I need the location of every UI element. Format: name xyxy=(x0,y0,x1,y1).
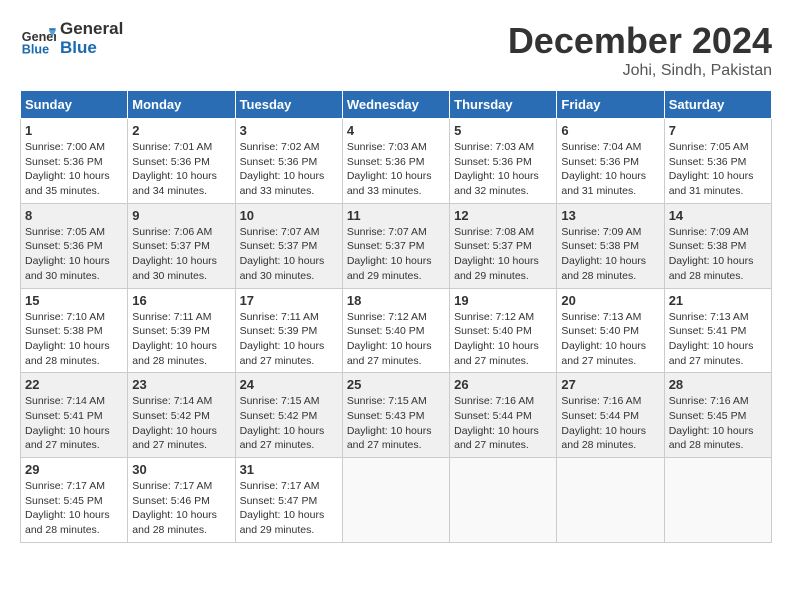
title-block: December 2024 Johi, Sindh, Pakistan xyxy=(508,20,772,80)
table-row: 16Sunrise: 7:11 AMSunset: 5:39 PMDayligh… xyxy=(128,288,235,373)
logo-text-general: General xyxy=(60,20,123,39)
table-row: 23Sunrise: 7:14 AMSunset: 5:42 PMDayligh… xyxy=(128,373,235,458)
table-row: 6Sunrise: 7:04 AMSunset: 5:36 PMDaylight… xyxy=(557,119,664,204)
header-saturday: Saturday xyxy=(664,91,771,119)
table-row: 19Sunrise: 7:12 AMSunset: 5:40 PMDayligh… xyxy=(450,288,557,373)
header-monday: Monday xyxy=(128,91,235,119)
table-row: 3Sunrise: 7:02 AMSunset: 5:36 PMDaylight… xyxy=(235,119,342,204)
logo-icon: General Blue xyxy=(20,21,56,57)
calendar-week-2: 8Sunrise: 7:05 AMSunset: 5:36 PMDaylight… xyxy=(21,203,772,288)
location: Johi, Sindh, Pakistan xyxy=(508,62,772,80)
calendar-week-5: 29Sunrise: 7:17 AMSunset: 5:45 PMDayligh… xyxy=(21,458,772,543)
page-header: General Blue General Blue December 2024 … xyxy=(20,20,772,80)
table-row: 20Sunrise: 7:13 AMSunset: 5:40 PMDayligh… xyxy=(557,288,664,373)
table-row: 13Sunrise: 7:09 AMSunset: 5:38 PMDayligh… xyxy=(557,203,664,288)
table-row: 27Sunrise: 7:16 AMSunset: 5:44 PMDayligh… xyxy=(557,373,664,458)
logo-text-blue: Blue xyxy=(60,39,123,58)
table-row xyxy=(450,458,557,543)
table-row: 29Sunrise: 7:17 AMSunset: 5:45 PMDayligh… xyxy=(21,458,128,543)
logo: General Blue General Blue xyxy=(20,20,123,57)
table-row: 2Sunrise: 7:01 AMSunset: 5:36 PMDaylight… xyxy=(128,119,235,204)
table-row: 10Sunrise: 7:07 AMSunset: 5:37 PMDayligh… xyxy=(235,203,342,288)
table-row: 15Sunrise: 7:10 AMSunset: 5:38 PMDayligh… xyxy=(21,288,128,373)
calendar-table: Sunday Monday Tuesday Wednesday Thursday… xyxy=(20,90,772,543)
table-row: 14Sunrise: 7:09 AMSunset: 5:38 PMDayligh… xyxy=(664,203,771,288)
table-row: 1Sunrise: 7:00 AMSunset: 5:36 PMDaylight… xyxy=(21,119,128,204)
table-row: 4Sunrise: 7:03 AMSunset: 5:36 PMDaylight… xyxy=(342,119,449,204)
header-friday: Friday xyxy=(557,91,664,119)
table-row: 12Sunrise: 7:08 AMSunset: 5:37 PMDayligh… xyxy=(450,203,557,288)
calendar-week-4: 22Sunrise: 7:14 AMSunset: 5:41 PMDayligh… xyxy=(21,373,772,458)
table-row: 21Sunrise: 7:13 AMSunset: 5:41 PMDayligh… xyxy=(664,288,771,373)
table-row: 31Sunrise: 7:17 AMSunset: 5:47 PMDayligh… xyxy=(235,458,342,543)
header-sunday: Sunday xyxy=(21,91,128,119)
table-row: 5Sunrise: 7:03 AMSunset: 5:36 PMDaylight… xyxy=(450,119,557,204)
table-row: 22Sunrise: 7:14 AMSunset: 5:41 PMDayligh… xyxy=(21,373,128,458)
table-row xyxy=(342,458,449,543)
table-row: 26Sunrise: 7:16 AMSunset: 5:44 PMDayligh… xyxy=(450,373,557,458)
table-row: 24Sunrise: 7:15 AMSunset: 5:42 PMDayligh… xyxy=(235,373,342,458)
table-row xyxy=(664,458,771,543)
table-row xyxy=(557,458,664,543)
table-row: 7Sunrise: 7:05 AMSunset: 5:36 PMDaylight… xyxy=(664,119,771,204)
table-row: 28Sunrise: 7:16 AMSunset: 5:45 PMDayligh… xyxy=(664,373,771,458)
calendar-header-row: Sunday Monday Tuesday Wednesday Thursday… xyxy=(21,91,772,119)
header-tuesday: Tuesday xyxy=(235,91,342,119)
svg-text:Blue: Blue xyxy=(22,42,49,56)
table-row: 25Sunrise: 7:15 AMSunset: 5:43 PMDayligh… xyxy=(342,373,449,458)
calendar-week-3: 15Sunrise: 7:10 AMSunset: 5:38 PMDayligh… xyxy=(21,288,772,373)
header-thursday: Thursday xyxy=(450,91,557,119)
month-title: December 2024 xyxy=(508,20,772,62)
header-wednesday: Wednesday xyxy=(342,91,449,119)
table-row: 8Sunrise: 7:05 AMSunset: 5:36 PMDaylight… xyxy=(21,203,128,288)
table-row: 17Sunrise: 7:11 AMSunset: 5:39 PMDayligh… xyxy=(235,288,342,373)
calendar-week-1: 1Sunrise: 7:00 AMSunset: 5:36 PMDaylight… xyxy=(21,119,772,204)
table-row: 30Sunrise: 7:17 AMSunset: 5:46 PMDayligh… xyxy=(128,458,235,543)
table-row: 18Sunrise: 7:12 AMSunset: 5:40 PMDayligh… xyxy=(342,288,449,373)
table-row: 11Sunrise: 7:07 AMSunset: 5:37 PMDayligh… xyxy=(342,203,449,288)
table-row: 9Sunrise: 7:06 AMSunset: 5:37 PMDaylight… xyxy=(128,203,235,288)
